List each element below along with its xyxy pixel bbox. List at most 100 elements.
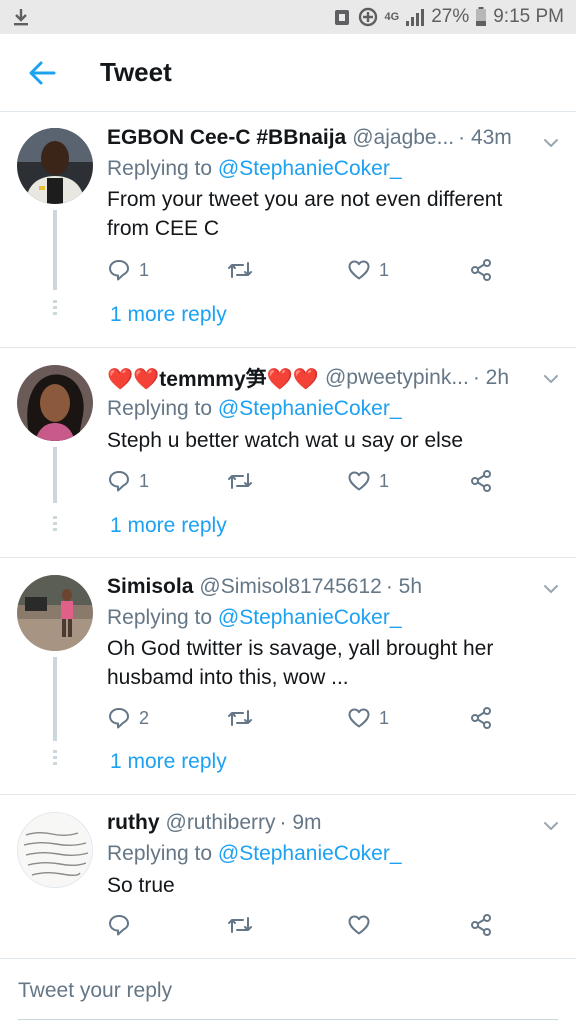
thread-line [53, 447, 57, 503]
reply-count: 2 [139, 707, 150, 728]
heart-icon [347, 706, 371, 730]
retweet-button[interactable] [227, 910, 261, 940]
like-button[interactable]: 1 [347, 703, 389, 733]
more-replies-link[interactable]: 1 more reply [110, 750, 227, 774]
chevron-down-icon[interactable] [542, 370, 560, 388]
timestamp: · 2h [472, 366, 510, 389]
reply-tweet[interactable]: Simisola @Simisol81745612 · 5h Replying … [0, 558, 576, 795]
share-icon [469, 258, 493, 282]
display-name[interactable]: ruthy [107, 811, 160, 835]
reply-input[interactable]: Tweet your reply [18, 979, 172, 1003]
reply-count: 1 [139, 470, 150, 491]
user-handle[interactable]: @pweetypink... [325, 366, 469, 390]
tweet-header: ruthy @ruthiberry · 9m [107, 808, 576, 838]
tweet-text: Oh God twitter is savage, yall brought h… [107, 637, 494, 689]
reply-tweet[interactable]: EGBON Cee-C #BBnaija @ajagbe... · 43m Re… [0, 112, 576, 348]
like-button[interactable]: 1 [347, 255, 389, 285]
replying-prefix: Replying to [107, 397, 213, 420]
timestamp: · 9m [279, 811, 322, 834]
replying-prefix: Replying to [107, 842, 213, 865]
mention-link[interactable]: @StephanieCoker_ [218, 606, 402, 629]
avatar[interactable] [17, 365, 93, 441]
battery-icon [475, 7, 487, 27]
replying-prefix: Replying to [107, 606, 213, 629]
retweet-icon [227, 469, 253, 493]
chevron-down-icon[interactable] [542, 580, 560, 598]
mention-link[interactable]: @StephanieCoker_ [218, 157, 402, 180]
reply-icon [107, 706, 131, 730]
like-count: 1 [379, 470, 390, 491]
back-button[interactable] [0, 34, 84, 112]
more-replies-link[interactable]: 1 more reply [110, 303, 227, 327]
heart-icon [347, 469, 371, 493]
tweet-header: Simisola @Simisol81745612 · 5h [107, 572, 576, 602]
timestamp: · 43m [458, 126, 512, 149]
replying-to: Replying to @StephanieCoker_ [107, 157, 402, 181]
reply-button[interactable] [107, 910, 139, 940]
display-name[interactable]: EGBON Cee-C #BBnaija [107, 126, 346, 150]
share-icon [469, 469, 493, 493]
retweet-icon [227, 258, 253, 282]
retweet-button[interactable] [227, 255, 261, 285]
battery-percent: 27% [431, 6, 470, 27]
network-type: 4G [384, 11, 400, 23]
tweet-actions: 1 1 [107, 255, 507, 285]
chevron-down-icon[interactable] [542, 817, 560, 835]
user-handle[interactable]: @ruthiberry [166, 811, 276, 835]
retweet-icon [227, 913, 253, 937]
like-count: 1 [379, 707, 390, 728]
reply-button[interactable]: 1 [107, 466, 149, 496]
share-button[interactable] [469, 255, 493, 285]
thread-dots [53, 516, 57, 531]
input-underline [18, 1019, 558, 1020]
tweet-text: Steph u better watch wat u say or else [107, 429, 464, 452]
display-name[interactable]: ❤️❤️temmmy笋❤️❤️ [107, 363, 319, 393]
chevron-down-icon[interactable] [542, 134, 560, 152]
reply-button[interactable]: 1 [107, 255, 149, 285]
timestamp: · 5h [385, 575, 422, 598]
avatar[interactable] [17, 575, 93, 651]
reply-count: 1 [139, 259, 150, 280]
tweet-actions: 1 1 [107, 466, 507, 496]
replying-prefix: Replying to [107, 157, 213, 180]
more-replies-link[interactable]: 1 more reply [110, 514, 227, 538]
tweet-header: EGBON Cee-C #BBnaija @ajagbe... · 43m [107, 123, 576, 153]
avatar[interactable] [17, 128, 93, 204]
user-handle[interactable]: @Simisol81745612 [199, 575, 381, 599]
reply-button[interactable]: 2 [107, 703, 149, 733]
replying-to: Replying to @StephanieCoker_ [107, 397, 402, 421]
share-button[interactable] [469, 466, 493, 496]
retweet-icon [227, 706, 253, 730]
share-icon [469, 706, 493, 730]
like-button[interactable] [347, 910, 379, 940]
thread-line [53, 210, 57, 290]
mention-link[interactable]: @StephanieCoker_ [218, 397, 402, 420]
reply-composer: Tweet your reply [0, 958, 576, 1024]
download-icon [12, 7, 30, 27]
like-button[interactable]: 1 [347, 466, 389, 496]
reply-tweet[interactable]: ❤️❤️temmmy笋❤️❤️ @pweetypink... · 2h Repl… [0, 348, 576, 558]
thread-dots [53, 300, 57, 315]
replying-to: Replying to @StephanieCoker_ [107, 842, 402, 866]
retweet-button[interactable] [227, 466, 261, 496]
data-saver-icon [333, 7, 351, 27]
thread-line [53, 657, 57, 741]
like-count: 1 [379, 259, 390, 280]
user-handle[interactable]: @ajagbe... [352, 126, 454, 150]
reply-tweet[interactable]: ruthy @ruthiberry · 9m Replying to @Step… [0, 795, 576, 955]
retweet-button[interactable] [227, 703, 261, 733]
mention-link[interactable]: @StephanieCoker_ [218, 842, 402, 865]
avatar[interactable] [17, 812, 93, 888]
tweet-text: So true [107, 874, 175, 897]
app-header: Tweet [0, 34, 576, 112]
share-button[interactable] [469, 703, 493, 733]
sync-icon [357, 6, 379, 28]
display-name[interactable]: Simisola [107, 575, 193, 599]
heart-icon [347, 913, 371, 937]
reply-icon [107, 469, 131, 493]
page-title: Tweet [100, 57, 172, 87]
tweet-header: ❤️❤️temmmy笋❤️❤️ @pweetypink... · 2h [107, 363, 576, 393]
signal-icon [405, 7, 425, 27]
replying-to: Replying to @StephanieCoker_ [107, 606, 402, 630]
share-button[interactable] [469, 910, 493, 940]
